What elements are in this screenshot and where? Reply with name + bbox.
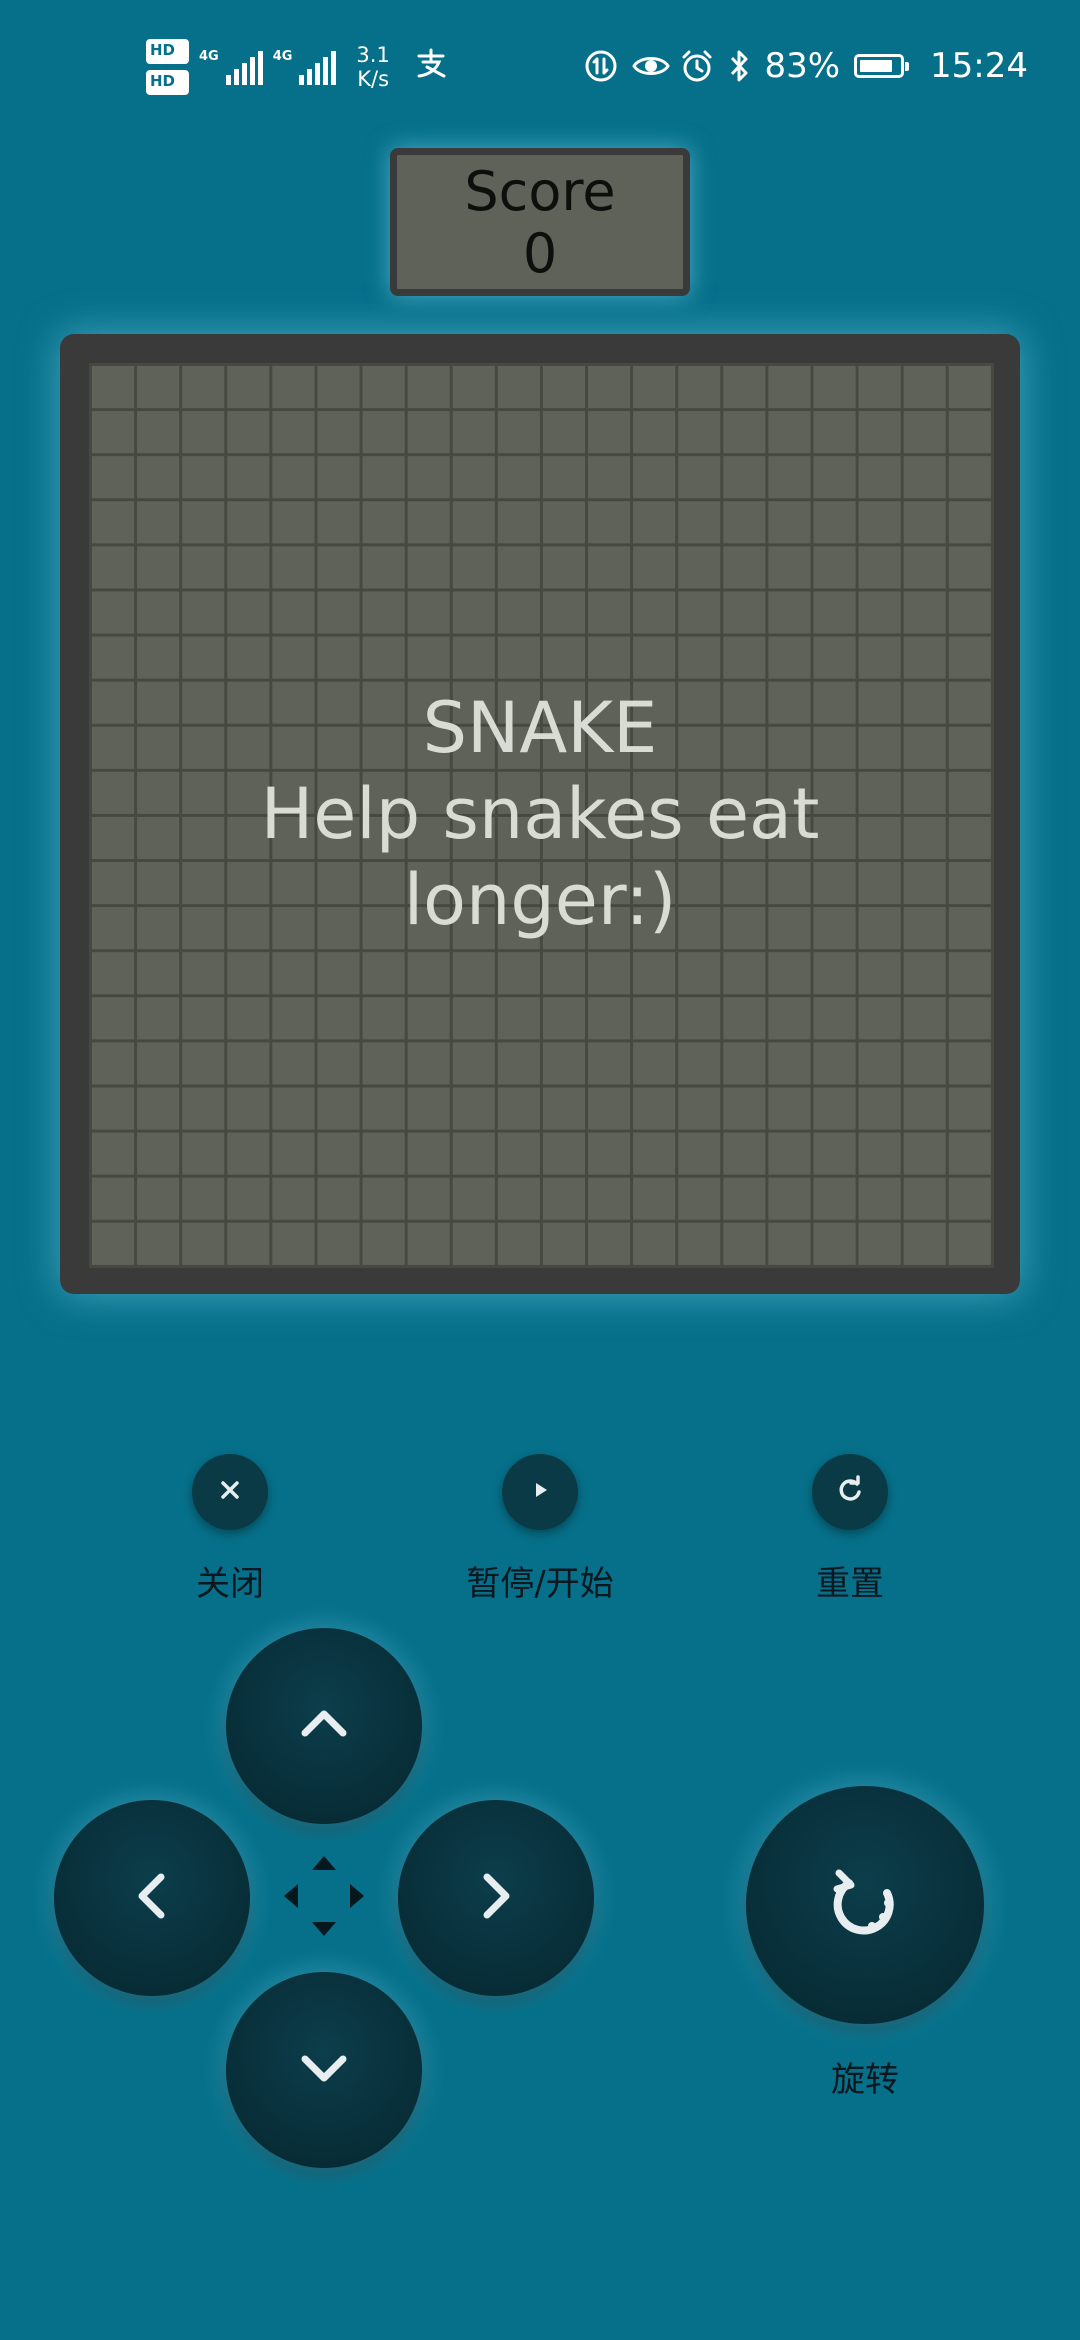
reset-label: 重置 xyxy=(816,1564,884,1604)
signal-1-icon: 4G xyxy=(199,49,263,85)
status-bar: HD 1 HD 2 4G 4G 3.1 K/s 83% 15:24 xyxy=(0,0,1080,130)
bluetooth-icon xyxy=(728,49,750,83)
data-saver-icon xyxy=(584,49,618,83)
four-arrows-icon xyxy=(280,1852,368,1940)
score-panel: Score 0 xyxy=(390,148,690,296)
down-button[interactable] xyxy=(226,1972,422,2168)
network-speed: 3.1 K/s xyxy=(356,43,390,91)
chevron-left-icon xyxy=(125,1869,179,1927)
rotate-label: 旋转 xyxy=(831,2060,899,2100)
refresh-icon xyxy=(835,1475,865,1509)
chevron-down-icon xyxy=(297,2041,351,2099)
battery-icon xyxy=(854,54,910,78)
score-label: Score xyxy=(464,160,616,223)
rotate-icon xyxy=(825,1863,905,1947)
close-button[interactable] xyxy=(192,1454,268,1530)
game-title: SNAKE xyxy=(422,687,658,769)
start-screen: SNAKE Help snakes eat longer:) xyxy=(89,363,991,1265)
battery-percent: 83% xyxy=(764,46,841,86)
play-icon xyxy=(528,1478,552,1506)
status-bar-left: HD 1 HD 2 4G 4G 3.1 K/s xyxy=(146,32,448,102)
pause-start-button[interactable] xyxy=(502,1454,578,1530)
chevron-right-icon xyxy=(469,1869,523,1927)
left-button[interactable] xyxy=(54,1800,250,1996)
game-subtitle: Help snakes eat longer:) xyxy=(260,773,820,941)
alipay-icon xyxy=(414,46,448,88)
game-board[interactable]: SNAKE Help snakes eat longer:) xyxy=(60,334,1020,1294)
rotate-button[interactable] xyxy=(746,1786,984,2024)
right-button[interactable] xyxy=(398,1800,594,1996)
hd-1-badge: HD 1 xyxy=(146,39,189,64)
eye-comfort-icon xyxy=(632,49,671,83)
hd-indicators: HD 1 HD 2 xyxy=(146,39,189,95)
hd-2-badge: HD 2 xyxy=(146,70,189,95)
up-button[interactable] xyxy=(226,1628,422,1824)
close-icon xyxy=(217,1477,243,1507)
score-value: 0 xyxy=(522,222,558,285)
status-bar-right: 83% 15:24 xyxy=(584,40,1028,92)
alarm-icon xyxy=(680,49,714,83)
game-grid: SNAKE Help snakes eat longer:) xyxy=(89,363,994,1268)
chevron-up-icon xyxy=(297,1697,351,1755)
close-label: 关闭 xyxy=(196,1564,264,1604)
reset-button[interactable] xyxy=(812,1454,888,1530)
clock-time: 15:24 xyxy=(930,46,1028,86)
signal-2-icon: 4G xyxy=(273,49,337,85)
pause-start-label: 暂停/开始 xyxy=(466,1564,614,1604)
